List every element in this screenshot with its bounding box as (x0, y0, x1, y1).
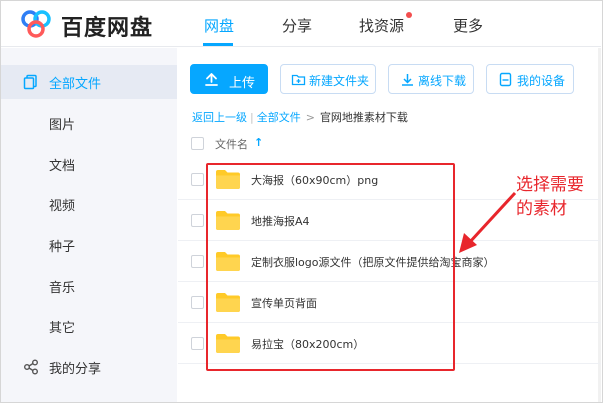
download-icon (402, 74, 413, 86)
row-checkbox[interactable] (191, 255, 204, 268)
brand-name: 百度网盘 (61, 16, 154, 41)
my-devices-button[interactable]: 我的设备 (486, 64, 574, 94)
breadcrumb: 返回上一级 | 全部文件 > 官网地推素材下载 (192, 109, 408, 125)
sidebar-item-images[interactable]: 图片 (1, 106, 177, 140)
sidebar-item-torrents[interactable]: 种子 (1, 228, 177, 262)
nav-more[interactable]: 更多 (453, 15, 483, 36)
files-icon (23, 74, 37, 90)
sidebar-item-videos[interactable]: 视频 (1, 187, 177, 221)
annotation-arrow-icon (459, 191, 517, 253)
nav-active-underline (203, 43, 233, 46)
upload-button[interactable]: 上传 (190, 64, 268, 94)
highlight-box (206, 163, 455, 371)
breadcrumb-current: 官网地推素材下载 (319, 111, 408, 124)
sidebar-item-label: 文档 (49, 159, 76, 174)
offline-download-label: 离线下载 (418, 74, 467, 88)
sidebar-item-label: 图片 (49, 118, 76, 133)
breadcrumb-back-link[interactable]: 返回上一级 (192, 111, 247, 124)
sidebar-item-label: 其它 (49, 321, 76, 336)
row-checkbox[interactable] (191, 296, 204, 309)
sidebar-item-label: 种子 (49, 240, 76, 255)
file-list-header: 文件名 ↑ (178, 130, 601, 156)
sidebar-item-my-shares[interactable]: 我的分享 (1, 350, 177, 384)
column-header-name[interactable]: 文件名 (215, 136, 248, 152)
my-devices-label: 我的设备 (517, 74, 566, 88)
row-checkbox[interactable] (191, 337, 204, 350)
sidebar: 全部文件 图片 文档 视频 种子 音乐 其它 我的分享 (1, 48, 177, 402)
baidu-netdisk-logo[interactable] (19, 9, 53, 39)
nav-netdisk[interactable]: 网盘 (204, 15, 234, 36)
breadcrumb-all-files-link[interactable]: 全部文件 (257, 111, 301, 124)
share-icon (24, 359, 38, 375)
arrow-up-icon[interactable]: ↑ (254, 136, 263, 149)
row-checkbox[interactable] (191, 214, 204, 227)
new-folder-button[interactable]: 新建文件夹 (280, 64, 376, 94)
sidebar-item-label: 我的分享 (49, 362, 102, 377)
sidebar-item-music[interactable]: 音乐 (1, 269, 177, 303)
upload-icon (205, 73, 218, 86)
sidebar-item-all-files[interactable]: 全部文件 (1, 65, 177, 99)
sidebar-item-label: 视频 (49, 199, 76, 214)
breadcrumb-separator: | (250, 111, 254, 124)
device-icon (499, 72, 512, 87)
sidebar-item-documents[interactable]: 文档 (1, 147, 177, 181)
annotation-text: 选择需要的素材 (516, 175, 584, 219)
chevron-right-icon: > (305, 111, 315, 124)
sidebar-item-other[interactable]: 其它 (1, 309, 177, 343)
sidebar-item-label: 全部文件 (49, 77, 102, 92)
sidebar-item-label: 音乐 (49, 281, 76, 296)
nav-share[interactable]: 分享 (282, 15, 312, 36)
new-folder-icon (291, 74, 306, 86)
nav-find-resources[interactable]: 找资源 (359, 15, 404, 36)
offline-download-button[interactable]: 离线下载 (388, 64, 474, 94)
upload-label: 上传 (229, 76, 256, 91)
notification-dot (406, 12, 412, 18)
select-all-checkbox[interactable] (191, 137, 204, 150)
row-checkbox[interactable] (191, 173, 204, 186)
new-folder-label: 新建文件夹 (309, 74, 370, 88)
top-header: 百度网盘 网盘 分享 找资源 更多 (1, 1, 601, 47)
